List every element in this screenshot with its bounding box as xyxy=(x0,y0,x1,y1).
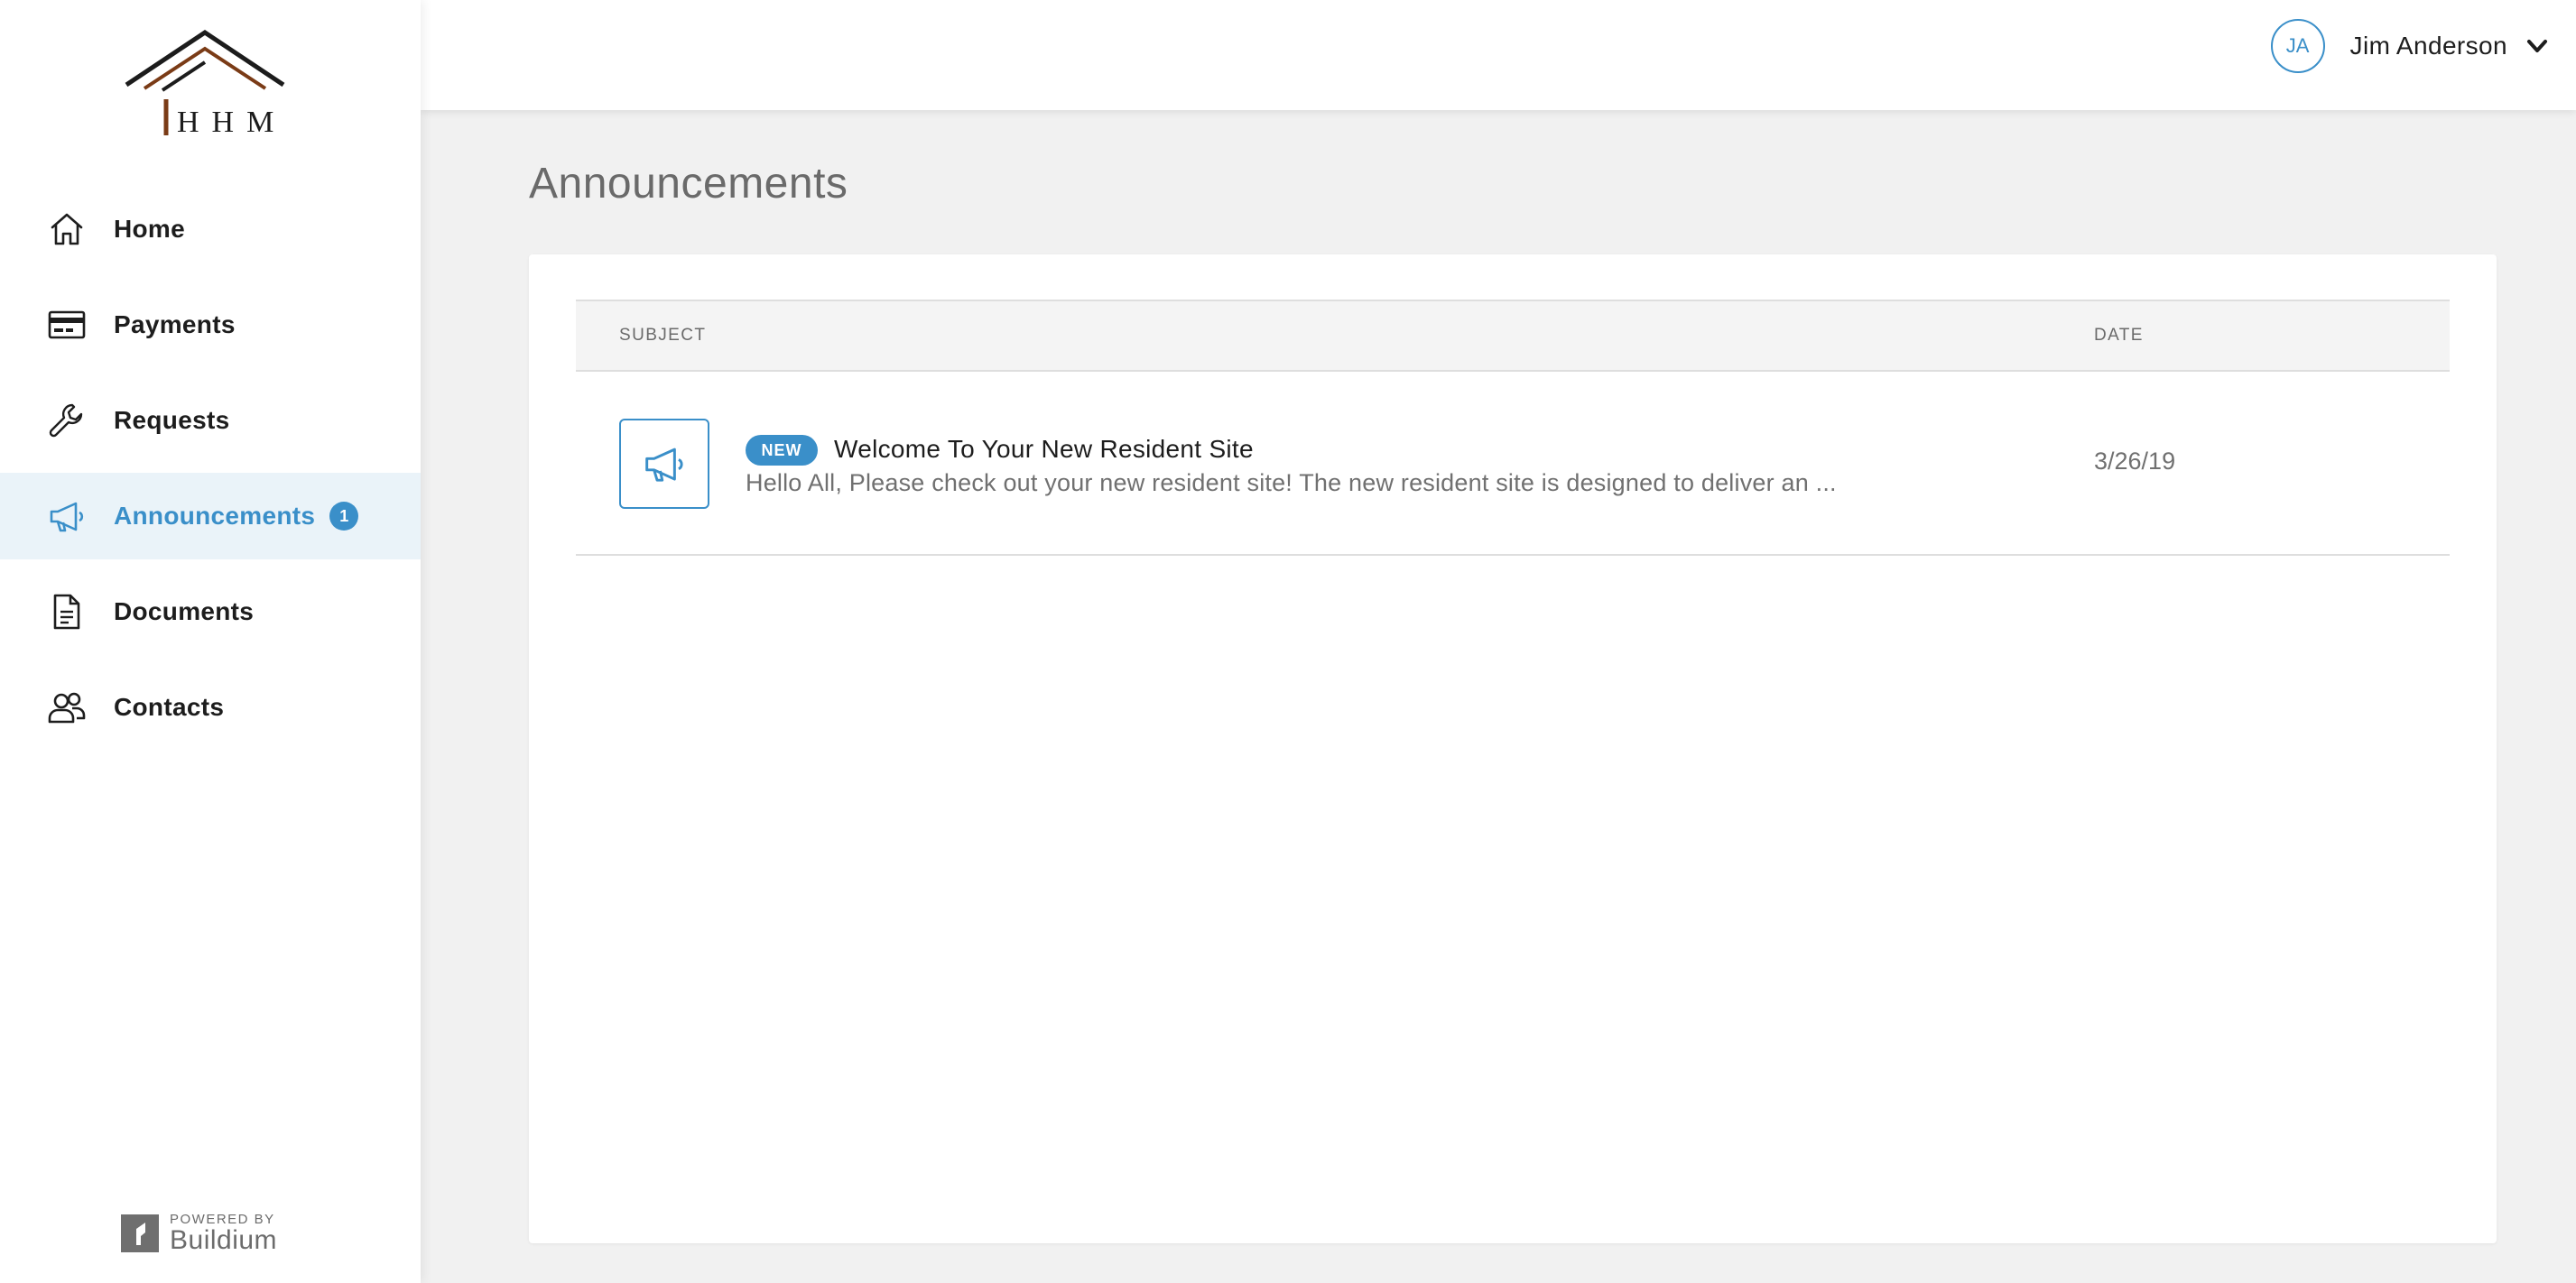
sidebar-item-label: Announcements xyxy=(114,502,316,530)
chevron-down-icon xyxy=(2525,34,2549,58)
new-badge: NEW xyxy=(746,435,818,466)
buildium-brand: Buildium xyxy=(170,1225,278,1255)
announcements-card: SUBJECT DATE NEW Welcome To Your New Res… xyxy=(529,254,2497,1243)
document-icon xyxy=(47,592,87,632)
user-name: Jim Anderson xyxy=(2349,32,2507,60)
sidebar-nav: Home Payments Requests Announcements 1 D… xyxy=(0,186,421,760)
announcement-title[interactable]: Welcome To Your New Resident Site xyxy=(834,435,1254,464)
column-header-subject[interactable]: SUBJECT xyxy=(619,326,706,346)
sidebar-item-label: Payments xyxy=(114,310,236,338)
sidebar-item-requests[interactable]: Requests xyxy=(0,377,421,464)
powered-by-text: POWERED BY Buildium xyxy=(170,1213,277,1254)
page-title: Announcements xyxy=(529,160,848,208)
sidebar-item-documents[interactable]: Documents xyxy=(0,568,421,655)
user-menu[interactable]: JA Jim Anderson xyxy=(2270,18,2549,74)
sidebar-item-announcements[interactable]: Announcements 1 xyxy=(0,473,421,559)
announcement-snippet: Hello All, Please check out your new res… xyxy=(746,469,1837,496)
contacts-icon xyxy=(47,688,87,727)
sidebar-item-contacts[interactable]: Contacts xyxy=(0,664,421,751)
sidebar-item-payments[interactable]: Payments xyxy=(0,282,421,368)
top-bar: JA Jim Anderson xyxy=(421,0,2576,110)
column-header-date[interactable]: DATE xyxy=(2094,326,2144,346)
announcement-date: 3/26/19 xyxy=(2094,448,2176,475)
sidebar-item-home[interactable]: Home xyxy=(0,186,421,272)
logo-wordmark: HHM xyxy=(177,106,286,139)
home-icon xyxy=(47,209,87,249)
hhm-logo[interactable]: HHM xyxy=(119,25,300,143)
sidebar: HHM Home Payments Requests Announcements… xyxy=(0,0,421,1283)
sidebar-item-label: Documents xyxy=(114,597,255,625)
wrench-icon xyxy=(47,401,87,440)
table-row[interactable]: NEW Welcome To Your New Resident Site He… xyxy=(576,372,2450,556)
sidebar-item-label: Requests xyxy=(114,406,230,434)
buildium-logo-icon xyxy=(121,1214,159,1252)
unread-count-badge: 1 xyxy=(329,502,359,531)
table-header: SUBJECT DATE xyxy=(576,300,2450,372)
sidebar-item-label: Home xyxy=(114,215,185,243)
app-root: HHM Home Payments Requests Announcements… xyxy=(0,0,2576,1283)
avatar: JA xyxy=(2270,19,2325,73)
megaphone-icon xyxy=(619,419,709,509)
megaphone-icon xyxy=(47,496,87,536)
sidebar-item-label: Contacts xyxy=(114,693,225,721)
credit-card-icon xyxy=(47,305,87,345)
powered-by-buildium[interactable]: POWERED BY Buildium xyxy=(121,1213,277,1254)
